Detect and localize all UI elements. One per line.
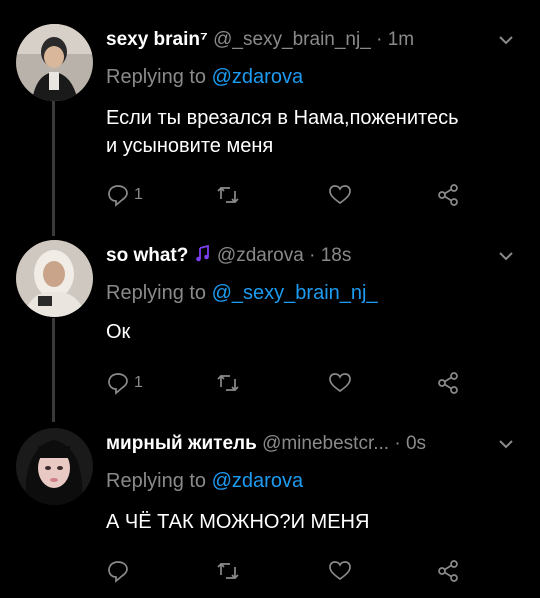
reply-icon <box>108 561 128 583</box>
chevron-down-icon[interactable] <box>496 30 516 50</box>
replying-to: Replying to @zdarova <box>106 470 303 493</box>
like-button[interactable] <box>328 182 352 208</box>
handle[interactable]: @minebestcr... <box>262 433 389 454</box>
tweet-text-line: Ок <box>106 321 131 343</box>
avatar[interactable] <box>16 24 93 101</box>
replying-to: Replying to @zdarova <box>106 66 303 89</box>
tweet[interactable]: so what? @zdarova · 18s Replying to @_se… <box>0 240 540 400</box>
share-icon <box>438 184 458 206</box>
retweet-button[interactable] <box>216 370 240 396</box>
tweet-text: А ЧЁ ТАК МОЖНО?И МЕНЯ <box>106 508 526 536</box>
tweet-text: Ок <box>106 318 526 346</box>
display-name[interactable]: мирный житель <box>106 433 257 454</box>
music-note-icon <box>195 244 209 262</box>
mention-link[interactable]: @_sexy_brain_nj_ <box>212 282 378 304</box>
timestamp[interactable]: 0s <box>406 433 426 454</box>
display-name[interactable]: sexy brain⁷ <box>106 29 208 50</box>
tweet-text: Если ты врезался в Нама,поженитесь и усы… <box>106 104 526 160</box>
tweet[interactable]: sexy brain⁷ @_sexy_brain_nj_ · 1m Replyi… <box>0 24 540 214</box>
mention-link[interactable]: @zdarova <box>212 66 303 88</box>
replying-to: Replying to @_sexy_brain_nj_ <box>106 282 378 305</box>
separator: · <box>376 29 383 50</box>
share-button[interactable] <box>436 558 460 584</box>
tweet-text-line: А ЧЁ ТАК МОЖНО?И МЕНЯ <box>106 511 370 533</box>
share-icon <box>438 372 458 394</box>
reply-button[interactable]: 1 <box>106 182 143 208</box>
handle[interactable]: @_sexy_brain_nj_ <box>213 29 371 50</box>
chevron-down-icon[interactable] <box>496 246 516 266</box>
separator: · <box>394 433 401 454</box>
reply-count: 1 <box>134 374 143 391</box>
timestamp[interactable]: 18s <box>321 245 352 266</box>
tweet-text-line: Если ты врезался в Нама,поженитесь <box>106 107 459 129</box>
share-icon <box>438 560 458 582</box>
replying-label: Replying to <box>106 470 207 492</box>
tweet-header: sexy brain⁷ @_sexy_brain_nj_ · 1m <box>106 24 526 56</box>
like-button[interactable] <box>328 558 352 584</box>
display-name[interactable]: so what? <box>106 245 188 266</box>
avatar[interactable] <box>16 428 93 505</box>
reply-count: 1 <box>134 186 143 203</box>
retweet-button[interactable] <box>216 182 240 208</box>
tweet-actions: 1 <box>106 370 526 396</box>
share-button[interactable] <box>436 370 460 396</box>
retweet-icon <box>217 374 239 392</box>
reply-icon <box>108 185 128 207</box>
like-icon <box>329 373 351 393</box>
avatar[interactable] <box>16 240 93 317</box>
tweet-header: мирный житель @minebestcr... · 0s <box>106 428 526 460</box>
reply-button[interactable] <box>106 558 134 584</box>
reply-button[interactable]: 1 <box>106 370 143 396</box>
like-icon <box>329 561 351 581</box>
like-button[interactable] <box>328 370 352 396</box>
timestamp[interactable]: 1m <box>388 29 414 50</box>
retweet-button[interactable] <box>216 558 240 584</box>
tweet[interactable]: мирный житель @minebestcr... · 0s Replyi… <box>0 428 540 588</box>
mention-link[interactable]: @zdarova <box>212 470 303 492</box>
tweet-actions <box>106 558 526 584</box>
tweet-text-line: и усыновите меня <box>106 135 274 157</box>
like-icon <box>329 185 351 205</box>
tweet-header: so what? @zdarova · 18s <box>106 240 526 272</box>
share-button[interactable] <box>436 182 460 208</box>
chevron-down-icon[interactable] <box>496 434 516 454</box>
handle[interactable]: @zdarova <box>217 245 304 266</box>
separator: · <box>309 245 316 266</box>
retweet-icon <box>217 186 239 204</box>
retweet-icon <box>217 562 239 580</box>
tweet-actions: 1 <box>106 182 526 208</box>
reply-icon <box>108 373 128 395</box>
replying-label: Replying to <box>106 66 207 88</box>
replying-label: Replying to <box>106 282 207 304</box>
